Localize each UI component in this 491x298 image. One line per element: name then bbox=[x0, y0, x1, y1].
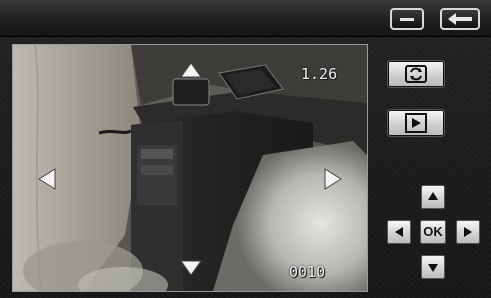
back-arrow-icon bbox=[448, 13, 472, 25]
minimize-button[interactable] bbox=[390, 8, 424, 30]
camera-switch-icon bbox=[405, 65, 427, 83]
zoom-readout: 1.26 bbox=[301, 65, 338, 83]
dpad-left-button[interactable] bbox=[387, 220, 411, 244]
up-arrow-icon bbox=[428, 192, 438, 200]
device-screen: 1.26 0010 OK bbox=[0, 0, 491, 298]
pan-right-arrow-icon[interactable] bbox=[323, 167, 343, 191]
pan-up-arrow-icon[interactable] bbox=[179, 61, 203, 79]
camera-preview[interactable]: 1.26 0010 bbox=[12, 44, 368, 292]
frame-counter: 0010 bbox=[289, 263, 326, 281]
dpad-ok-button[interactable]: OK bbox=[420, 220, 446, 244]
play-button[interactable] bbox=[387, 109, 445, 137]
pan-down-arrow-icon[interactable] bbox=[179, 259, 203, 277]
left-arrow-icon bbox=[395, 227, 403, 237]
minus-icon bbox=[400, 18, 414, 21]
top-bar bbox=[0, 0, 491, 37]
play-icon bbox=[405, 113, 427, 133]
down-arrow-icon bbox=[428, 264, 438, 272]
dpad-down-button[interactable] bbox=[421, 255, 445, 279]
pan-left-arrow-icon[interactable] bbox=[37, 167, 57, 191]
back-button[interactable] bbox=[440, 8, 480, 30]
dpad-up-button[interactable] bbox=[421, 185, 445, 209]
right-arrow-icon bbox=[464, 227, 472, 237]
dpad-right-button[interactable] bbox=[456, 220, 480, 244]
switch-camera-button[interactable] bbox=[387, 60, 445, 88]
